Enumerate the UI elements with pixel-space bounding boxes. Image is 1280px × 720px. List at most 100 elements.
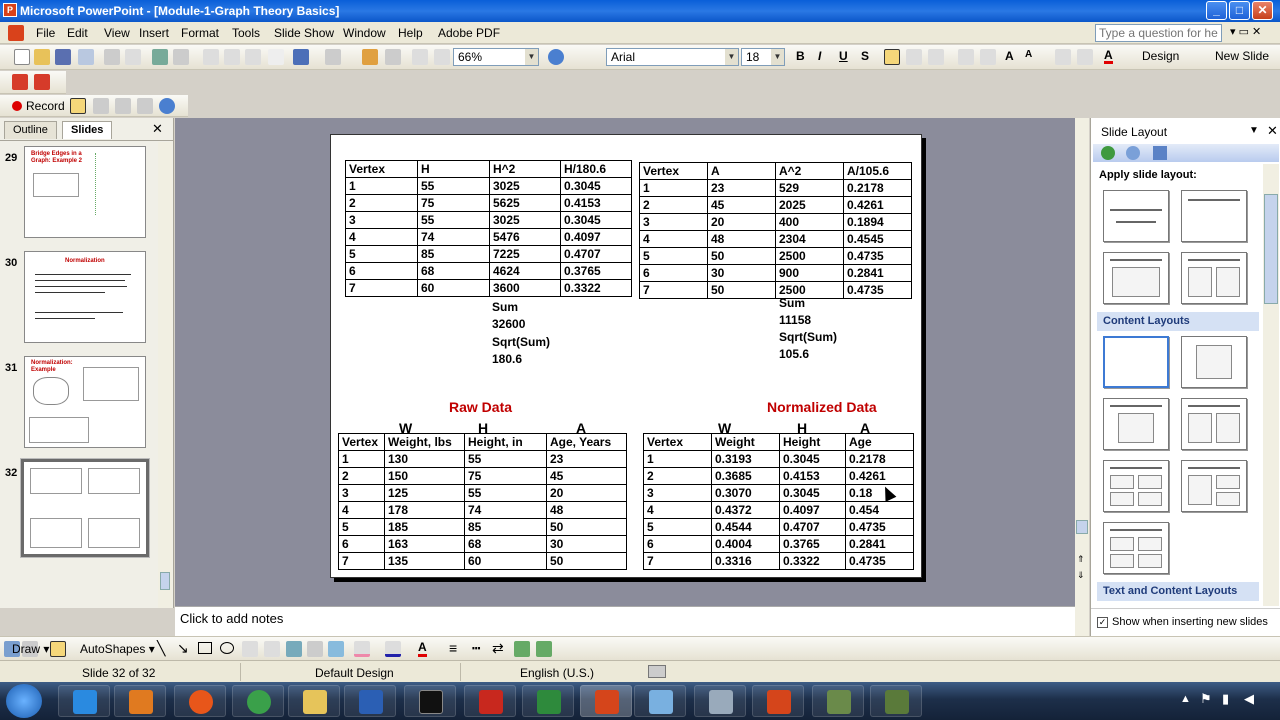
taskbar-powerpoint[interactable] <box>580 685 632 717</box>
spelling-icon[interactable] <box>152 49 168 65</box>
layout-content[interactable] <box>1181 336 1247 388</box>
vertical-scrollbar[interactable]: ⇑ ⇓ <box>1075 118 1089 636</box>
line-style-icon[interactable]: ≡ <box>449 640 457 656</box>
previous-slide-icon[interactable]: ⇑ <box>1077 554 1085 565</box>
help-icon[interactable] <box>548 49 564 65</box>
taskbar-app[interactable] <box>812 685 864 717</box>
italic-icon[interactable]: I <box>818 49 821 63</box>
convert-pdf-icon[interactable] <box>12 74 28 90</box>
menu-window[interactable]: Window <box>343 26 386 40</box>
3d-style-icon[interactable] <box>536 641 552 657</box>
taskbar-paint[interactable] <box>634 685 686 717</box>
menu-format[interactable]: Format <box>181 26 219 40</box>
minimize-button[interactable]: _ <box>1206 1 1227 20</box>
taskbar-excel[interactable] <box>522 685 574 717</box>
new-icon[interactable] <box>14 49 30 65</box>
printer-icon[interactable] <box>93 98 109 114</box>
tab-outline[interactable]: Outline <box>4 121 57 139</box>
bullets-icon[interactable] <box>980 49 996 65</box>
forward-icon[interactable] <box>1126 146 1140 160</box>
research-icon[interactable] <box>173 49 189 65</box>
design-button[interactable]: Design <box>1142 49 1179 63</box>
dash-style-icon[interactable]: ┅ <box>472 640 480 657</box>
menu-edit[interactable]: Edit <box>67 26 88 40</box>
zoom-select[interactable]: 66% ▼ <box>453 48 539 66</box>
increase-font-icon[interactable]: A <box>1005 49 1014 63</box>
increase-indent-icon[interactable] <box>1077 49 1093 65</box>
start-button[interactable] <box>6 684 42 718</box>
task-pane-scrollbar[interactable] <box>1263 164 1279 606</box>
normalized-data-table[interactable]: Vertex Weight Height Age 1 0.3193 0.3045 0.… <box>643 433 914 570</box>
layout-title-content[interactable] <box>1103 398 1169 450</box>
arrow-icon[interactable]: ↘ <box>177 640 189 657</box>
layout-title-only[interactable] <box>1103 190 1169 242</box>
slide-thumbnail-30[interactable]: Normalization <box>24 251 146 343</box>
action-center-icon[interactable]: ⚑ <box>1200 691 1212 707</box>
copy-icon[interactable] <box>224 49 240 65</box>
menu-help[interactable]: Help <box>398 26 423 40</box>
maximize-button[interactable]: □ <box>1229 1 1250 20</box>
network-icon[interactable]: ▮ <box>1222 691 1229 707</box>
document-icon[interactable] <box>8 25 24 41</box>
picture-icon[interactable] <box>328 641 344 657</box>
font-size-select[interactable]: 18 ▼ <box>741 48 785 66</box>
scroll-thumb[interactable] <box>1264 194 1278 304</box>
clip-art-icon[interactable] <box>307 641 323 657</box>
taskbar-cmd[interactable] <box>404 685 456 717</box>
line-color-icon[interactable] <box>385 641 401 657</box>
font-color-icon[interactable]: A <box>1104 49 1113 64</box>
oval-icon[interactable] <box>220 642 234 654</box>
notes-pane[interactable]: Click to add notes <box>175 606 1075 636</box>
bold-icon[interactable]: B <box>796 49 805 63</box>
tab-slides[interactable]: Slides <box>62 121 113 139</box>
save-icon[interactable] <box>55 49 71 65</box>
layout-title-content-two[interactable] <box>1181 460 1247 512</box>
select-objects-icon[interactable] <box>50 641 66 657</box>
slides-panel-scrollbar[interactable] <box>158 142 172 608</box>
taskbar-word[interactable] <box>344 685 396 717</box>
layout-two-column[interactable] <box>1181 252 1247 304</box>
new-slide-button[interactable]: New Slide <box>1215 49 1269 63</box>
show-grid-icon[interactable] <box>434 49 450 65</box>
show-when-inserting-checkbox[interactable]: ✓ <box>1097 617 1108 628</box>
wordart-icon[interactable] <box>264 641 280 657</box>
close-window-button[interactable]: ✕ <box>1252 1 1273 20</box>
rectangle-icon[interactable] <box>198 642 212 654</box>
powerpoint-app-icon[interactable]: P <box>3 3 17 17</box>
cut-icon[interactable] <box>203 49 219 65</box>
taskbar-calculator[interactable] <box>694 685 746 717</box>
close-panel-icon[interactable]: ✕ <box>152 121 163 137</box>
redo-icon[interactable] <box>325 49 341 65</box>
help-search-input[interactable] <box>1095 24 1222 42</box>
slide-thumbnail-29[interactable]: Bridge Edges in a Graph: Example 2 <box>24 146 146 238</box>
info-icon[interactable] <box>159 98 175 114</box>
taskbar-chrome[interactable] <box>232 685 284 717</box>
draw-menu-button[interactable]: Draw ▾ <box>12 642 49 656</box>
permission-icon[interactable] <box>78 49 94 65</box>
align-left-icon[interactable] <box>884 49 900 65</box>
underline-icon[interactable]: U <box>839 49 848 63</box>
a-squared-table[interactable]: Vertex A A^2 A/105.6 1 23 529 0.2178 2 45 2025… <box>639 162 912 299</box>
layout-title[interactable] <box>1181 190 1247 242</box>
next-slide-icon[interactable]: ⇓ <box>1077 570 1085 581</box>
taskbar-media[interactable] <box>114 685 166 717</box>
pen-icon[interactable] <box>70 98 86 114</box>
taskbar-firefox[interactable] <box>174 685 226 717</box>
pdf-email-icon[interactable] <box>34 74 50 90</box>
align-center-icon[interactable] <box>906 49 922 65</box>
shadow-style-icon[interactable] <box>514 641 530 657</box>
task-pane-menu-icon[interactable]: ▼ <box>1249 125 1259 136</box>
undo-icon[interactable] <box>293 49 309 65</box>
taskbar-acrobat[interactable] <box>464 685 516 717</box>
layout-title-four-content[interactable] <box>1103 460 1169 512</box>
taskbar-explorer[interactable] <box>288 685 340 717</box>
menu-insert[interactable]: Insert <box>139 26 169 40</box>
slide-thumbnail-32-selected[interactable] <box>20 458 150 558</box>
fill-color-icon[interactable] <box>354 641 370 657</box>
record-button[interactable]: Record <box>12 99 65 113</box>
layout-title-text[interactable] <box>1103 252 1169 304</box>
spelling-status-icon[interactable] <box>648 665 666 678</box>
scroll-thumb[interactable] <box>1076 520 1088 534</box>
paste-icon[interactable] <box>245 49 261 65</box>
close-task-pane-icon[interactable]: ✕ <box>1267 123 1278 139</box>
